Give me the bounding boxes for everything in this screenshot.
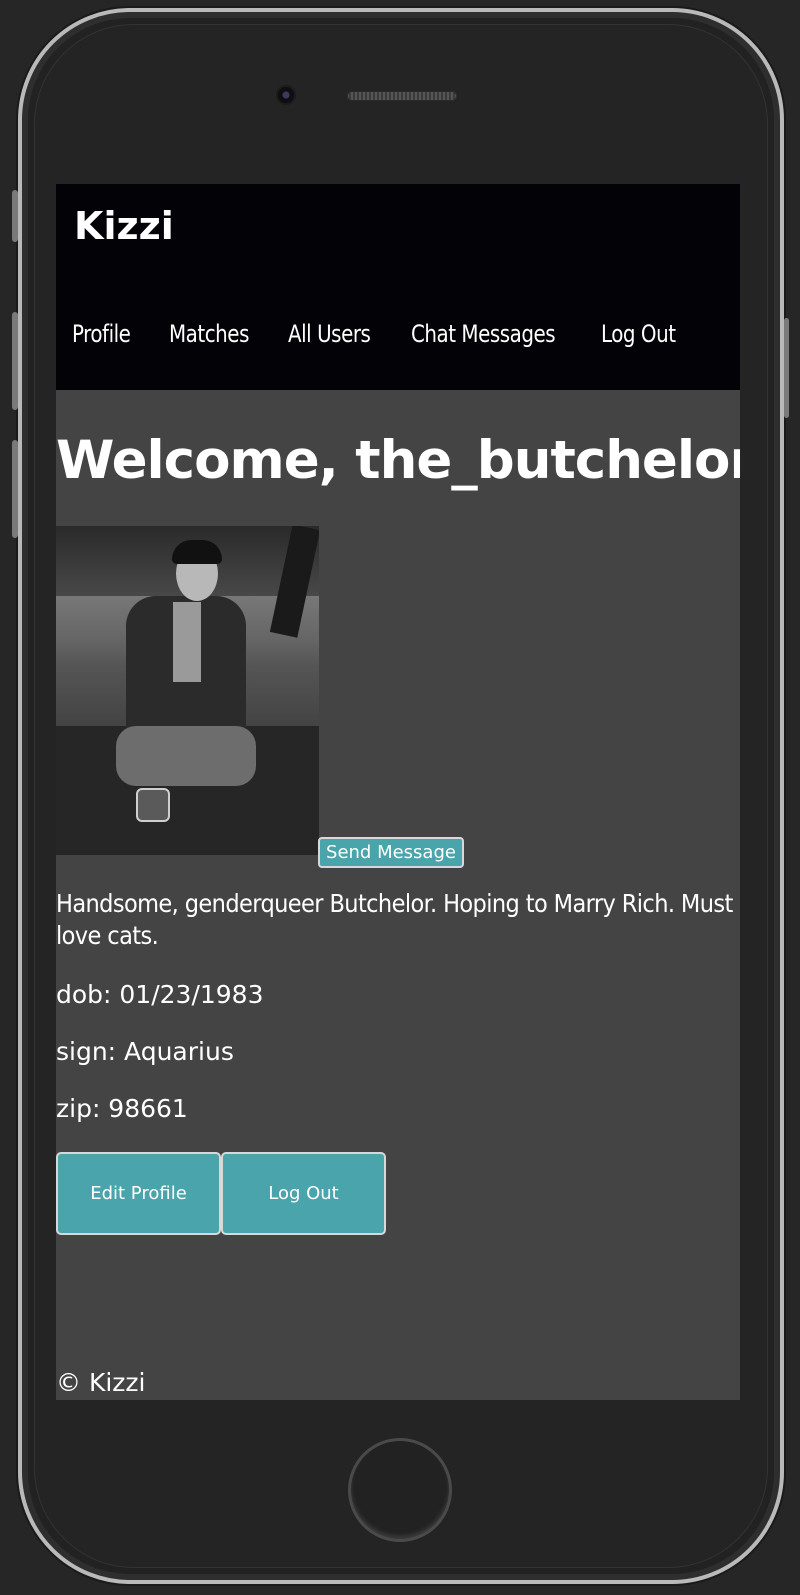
- profile-dob: dob: 01/23/1983: [56, 980, 264, 1009]
- side-button-power: [784, 318, 789, 418]
- side-button-volume-up: [12, 312, 18, 410]
- nav-menu: Profile Matches All Users Chat Messages …: [72, 320, 715, 348]
- brand-logo[interactable]: Kizzi: [74, 204, 174, 248]
- photo-person-legs: [116, 726, 256, 786]
- profile-sign: sign: Aquarius: [56, 1037, 234, 1066]
- profile-zip: zip: 98661: [56, 1094, 188, 1123]
- photo-person-shoe: [136, 788, 170, 822]
- nav-item-matches[interactable]: Matches: [169, 320, 249, 348]
- nav-item-log-out[interactable]: Log Out: [601, 320, 676, 348]
- side-button-mute: [12, 190, 18, 242]
- photo-person-hair: [172, 540, 222, 564]
- nav-item-all-users[interactable]: All Users: [288, 320, 371, 348]
- navbar: Kizzi Profile Matches All Users Chat Mes…: [56, 184, 740, 390]
- profile-photo: [56, 526, 319, 855]
- nav-item-chat-messages[interactable]: Chat Messages: [411, 320, 556, 348]
- photo-person-shirt: [173, 602, 201, 682]
- send-message-button[interactable]: Send Message: [318, 837, 464, 868]
- camera-icon: [278, 87, 294, 103]
- page-title: Welcome, the_butchelor!: [56, 430, 740, 491]
- log-out-button[interactable]: Log Out: [221, 1152, 386, 1235]
- edit-profile-button[interactable]: Edit Profile: [56, 1152, 221, 1235]
- speaker-grille: [347, 91, 457, 101]
- side-button-volume-down: [12, 440, 18, 538]
- profile-bio: Handsome, genderqueer Butchelor. Hoping …: [56, 889, 733, 950]
- screen: Kizzi Profile Matches All Users Chat Mes…: [56, 184, 740, 1400]
- nav-item-profile[interactable]: Profile: [72, 320, 131, 348]
- home-button[interactable]: [348, 1438, 452, 1542]
- footer-copyright: © Kizzi: [56, 1368, 146, 1397]
